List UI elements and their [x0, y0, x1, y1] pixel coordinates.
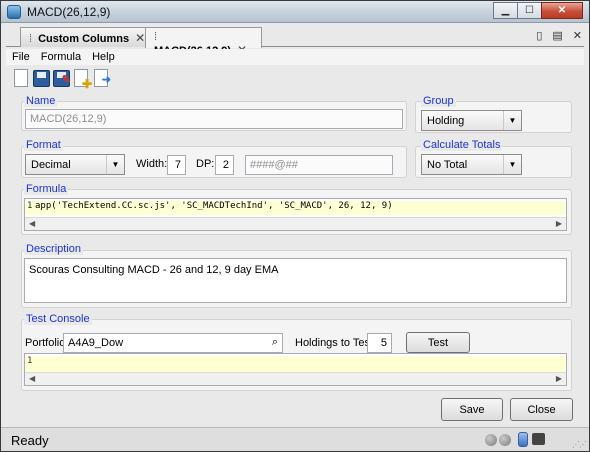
- chevron-down-icon: ▼: [503, 111, 521, 130]
- width-label: Width:: [136, 158, 168, 170]
- save-icon[interactable]: [33, 68, 50, 88]
- save-as-icon[interactable]: ✎: [53, 68, 71, 88]
- totals-legend: Calculate Totals: [421, 139, 503, 151]
- menu-file[interactable]: File: [6, 49, 35, 63]
- name-legend: Name: [24, 95, 58, 107]
- window-controls: ▁ ☐ ✕: [493, 2, 583, 19]
- scroll-left-icon[interactable]: ◀: [29, 219, 35, 228]
- description-textarea[interactable]: Scouras Consulting MACD - 26 and 12, 9 d…: [24, 258, 567, 303]
- close-icon: ✕: [557, 5, 567, 16]
- scroll-right-icon[interactable]: ▶: [556, 219, 562, 228]
- test-button[interactable]: Test: [406, 332, 470, 353]
- scroll-right-icon[interactable]: ▶: [556, 374, 562, 383]
- formula-legend: Formula: [24, 183, 69, 195]
- dp-label: DP:: [196, 158, 215, 170]
- status-text: Ready: [11, 433, 49, 448]
- printer-icon[interactable]: [532, 433, 545, 445]
- close-panel-icon[interactable]: ✕: [573, 29, 582, 42]
- tab-custom-columns[interactable]: ⁞ Custom Columns ✕: [20, 27, 157, 47]
- group-legend: Group: [421, 95, 456, 107]
- add-icon[interactable]: ✚: [73, 68, 92, 90]
- chevron-down-icon: ▼: [106, 155, 124, 174]
- minimize-button[interactable]: ▁: [493, 2, 518, 19]
- toolbar: ✎ ✚ ➜: [13, 68, 111, 90]
- restore-panel-icon[interactable]: ▯: [536, 29, 542, 42]
- format-select-value: Decimal: [31, 159, 71, 171]
- resize-grip-icon[interactable]: ⋰⋰: [572, 440, 587, 449]
- layout-panel-icon[interactable]: ▤: [552, 29, 562, 42]
- holdings-input[interactable]: 5: [367, 333, 392, 353]
- width-field[interactable]: 7: [167, 155, 186, 175]
- current-line-highlight: [25, 356, 566, 372]
- holdings-label: Holdings to Test:: [295, 337, 377, 349]
- scroll-left-icon[interactable]: ◀: [29, 374, 35, 383]
- group-select-value: Holding: [427, 115, 465, 127]
- tab-bar: ⁞ Custom Columns ✕ ⁞MACD(26,12,9)✕ ▯ ▤ ✕: [6, 27, 584, 57]
- title-bar[interactable]: MACD(26,12,9) ▁ ☐ ✕: [1, 1, 589, 23]
- chevron-down-icon: ▼: [503, 155, 521, 174]
- export-icon[interactable]: ➜: [93, 68, 111, 88]
- portfolio-label: Portfolio:: [25, 337, 69, 349]
- maximize-button[interactable]: ☐: [517, 2, 542, 19]
- name-field[interactable]: MACD(26,12,9): [25, 109, 403, 129]
- portfolio-input[interactable]: A4A9_Dow ⌕: [63, 333, 283, 353]
- totals-select[interactable]: No Total ▼: [421, 154, 522, 175]
- format-legend: Format: [24, 139, 63, 151]
- format-mask-field[interactable]: ####@##: [245, 155, 393, 175]
- tab-label: Custom Columns: [38, 33, 130, 45]
- line-number: 1: [27, 201, 33, 211]
- totals-select-value: No Total: [427, 159, 468, 171]
- app-icon: [7, 5, 21, 19]
- portfolio-value: A4A9_Dow: [68, 337, 124, 349]
- formula-code[interactable]: app('TechExtend.CC.sc.js', 'SC_MACDTechI…: [35, 201, 393, 211]
- app-window: MACD(26,12,9) ▁ ☐ ✕ ⁞Custom Columns✕ ⁞MA…: [0, 0, 590, 452]
- menu-bar: File Formula Help: [6, 49, 584, 65]
- formula-scrollbar[interactable]: ◀ ▶: [25, 217, 566, 230]
- search-icon[interactable]: ⌕: [272, 336, 278, 349]
- test-output[interactable]: 1 ◀ ▶: [24, 353, 567, 386]
- lock-icon[interactable]: [518, 432, 528, 447]
- new-icon[interactable]: [13, 68, 30, 88]
- window-title: MACD(26,12,9): [27, 5, 111, 19]
- connection-indicator-icon: [485, 434, 497, 446]
- test-output-scrollbar[interactable]: ◀ ▶: [25, 372, 566, 385]
- status-bar: Ready ⋰⋰: [1, 427, 589, 451]
- activity-indicator-icon: [499, 434, 511, 446]
- close-window-button[interactable]: ✕: [541, 2, 583, 19]
- menu-help[interactable]: Help: [86, 49, 120, 63]
- description-legend: Description: [24, 243, 84, 255]
- group-select[interactable]: Holding ▼: [421, 110, 522, 131]
- tab-macd[interactable]: ⁞MACD(26,12,9)✕: [145, 27, 262, 57]
- tab-tools: ▯ ▤ ✕: [536, 29, 582, 42]
- save-button[interactable]: Save: [441, 398, 503, 421]
- formula-editor[interactable]: 1 app('TechExtend.CC.sc.js', 'SC_MACDTec…: [24, 198, 567, 231]
- drag-handle-icon: ⁞: [154, 31, 158, 43]
- drag-handle-icon: ⁞: [29, 33, 33, 45]
- test-console-legend: Test Console: [24, 313, 92, 325]
- close-button[interactable]: Close: [510, 398, 573, 421]
- maximize-icon: ☐: [525, 5, 534, 16]
- tab-close-icon[interactable]: ✕: [135, 31, 145, 45]
- line-number: 1: [27, 356, 33, 366]
- dp-field[interactable]: 2: [215, 155, 234, 175]
- menu-formula[interactable]: Formula: [35, 49, 86, 63]
- minimize-icon: ▁: [501, 5, 510, 16]
- format-select[interactable]: Decimal ▼: [25, 154, 125, 175]
